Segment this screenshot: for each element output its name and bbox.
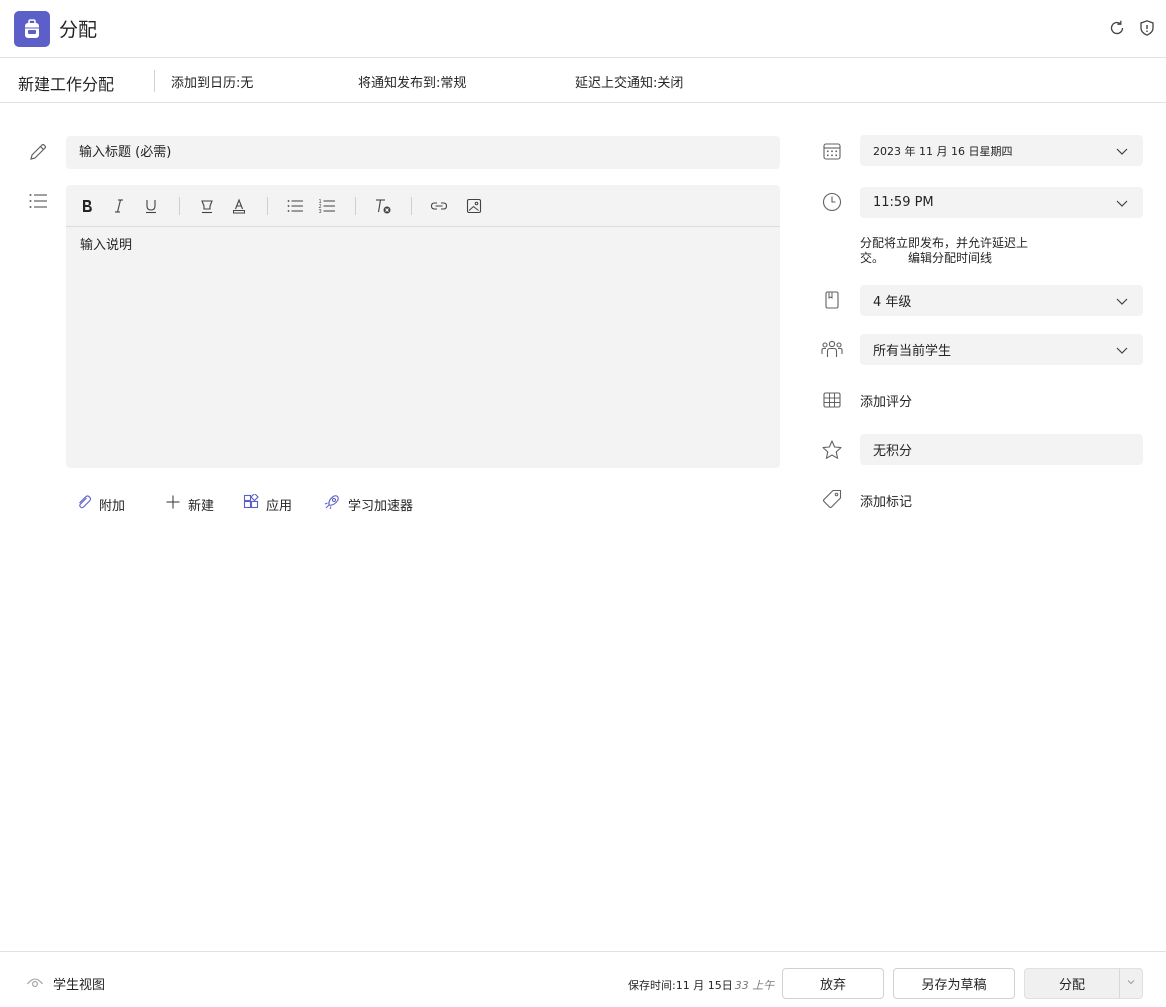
plus-icon xyxy=(165,494,181,514)
student-view-button[interactable]: 学生视图 xyxy=(26,974,105,993)
save-time-date: 保存时间:11 月 15日 xyxy=(628,979,733,992)
class-dropdown[interactable]: 4 年级 xyxy=(860,285,1143,316)
clear-format-icon[interactable] xyxy=(372,195,394,217)
assignment-subheader: 新建工作分配 添加到日历:无 将通知发布到:常规 延迟上交通知:关闭 xyxy=(0,59,1166,103)
chevron-down-icon xyxy=(1126,976,1136,991)
assign-button[interactable]: 分配 xyxy=(1024,968,1120,999)
format-toolbar: 123 xyxy=(66,185,780,227)
rubric-grid-icon xyxy=(820,388,844,412)
new-button[interactable]: 新建 xyxy=(165,494,214,514)
numbered-list-icon[interactable]: 123 xyxy=(316,195,338,217)
due-time-value: 11:59 PM xyxy=(873,195,934,210)
learning-accelerator-button[interactable]: 学习加速器 xyxy=(323,494,413,514)
points-field[interactable]: 无积分 xyxy=(860,434,1143,465)
toolbar-divider xyxy=(267,197,268,215)
pencil-icon xyxy=(26,140,50,164)
chevron-down-icon xyxy=(1114,293,1130,309)
add-tags-link[interactable]: 添加标记 xyxy=(860,491,912,510)
clock-icon xyxy=(820,190,844,214)
description-editor: 123 输入说明 xyxy=(66,185,780,468)
apps-label: 应用 xyxy=(266,498,293,514)
attach-label: 附加 xyxy=(99,498,126,514)
student-view-label: 学生视图 xyxy=(53,978,106,993)
toolbar-divider xyxy=(179,197,180,215)
description-input[interactable]: 输入说明 xyxy=(80,234,770,454)
font-color-icon[interactable] xyxy=(228,195,250,217)
points-value: 无积分 xyxy=(873,444,913,459)
save-draft-button[interactable]: 另存为草稿 xyxy=(893,968,1015,999)
app-header: 分配 xyxy=(0,0,1166,58)
add-rubric-link[interactable]: 添加评分 xyxy=(860,391,912,410)
image-icon[interactable] xyxy=(463,195,485,217)
new-label: 新建 xyxy=(188,498,215,514)
underline-icon[interactable] xyxy=(140,195,162,217)
notebook-icon xyxy=(820,288,844,312)
schedule-info: 分配将立即发布，并允许延迟上交。 编辑分配时间线 xyxy=(860,236,1040,266)
students-value: 所有当前学生 xyxy=(873,344,952,359)
highlight-icon[interactable] xyxy=(196,195,218,217)
toolbar-divider xyxy=(411,197,412,215)
eye-icon xyxy=(26,975,44,993)
paperclip-icon xyxy=(76,494,92,514)
chevron-down-icon xyxy=(1114,195,1130,211)
class-value: 4 年级 xyxy=(873,295,912,310)
star-icon xyxy=(820,438,844,462)
rocket-icon xyxy=(323,493,341,515)
italic-icon[interactable] xyxy=(108,195,130,217)
due-date-value: 2023 年 11 月 16 日星期四 xyxy=(873,144,1013,158)
save-time-clock: 33 上午 xyxy=(734,979,775,992)
svg-text:3: 3 xyxy=(319,209,322,214)
divider xyxy=(154,70,155,92)
discard-button[interactable]: 放弃 xyxy=(782,968,884,999)
people-icon xyxy=(820,337,844,361)
refresh-icon[interactable] xyxy=(1107,18,1127,38)
notify-setting-link[interactable]: 将通知发布到:常规 xyxy=(358,72,466,91)
title-input[interactable] xyxy=(66,136,780,169)
chevron-down-icon xyxy=(1114,342,1130,358)
bold-icon[interactable] xyxy=(76,195,98,217)
apps-icon xyxy=(243,492,259,514)
description-list-icon xyxy=(26,189,50,213)
due-time-dropdown[interactable]: 11:59 PM xyxy=(860,187,1143,218)
students-dropdown[interactable]: 所有当前学生 xyxy=(860,334,1143,365)
apps-button[interactable]: 应用 xyxy=(243,492,293,514)
footer: 学生视图 保存时间:11 月 15日 33 上午 放弃 另存为草稿 分配 xyxy=(0,951,1166,1007)
backpack-icon xyxy=(14,11,50,47)
due-date-dropdown[interactable]: 2023 年 11 月 16 日星期四 xyxy=(860,135,1143,166)
link-icon[interactable] xyxy=(428,195,450,217)
chevron-down-icon xyxy=(1114,143,1130,159)
page-title: 新建工作分配 xyxy=(18,75,115,94)
calendar-setting-link[interactable]: 添加到日历:无 xyxy=(171,72,253,91)
learning-accelerator-label: 学习加速器 xyxy=(348,498,414,514)
tag-icon xyxy=(820,487,844,511)
shield-icon[interactable] xyxy=(1137,18,1157,38)
toolbar-divider xyxy=(355,197,356,215)
edit-timeline-link[interactable]: 编辑分配时间线 xyxy=(908,251,992,265)
attach-button[interactable]: 附加 xyxy=(76,494,125,514)
save-time: 保存时间:11 月 15日 33 上午 xyxy=(628,977,774,993)
calendar-icon xyxy=(820,139,844,163)
late-notify-setting-link[interactable]: 延迟上交通知:关闭 xyxy=(575,72,683,91)
assign-options-button[interactable] xyxy=(1119,968,1143,999)
bullet-list-icon[interactable] xyxy=(284,195,306,217)
app-title: 分配 xyxy=(59,19,98,41)
